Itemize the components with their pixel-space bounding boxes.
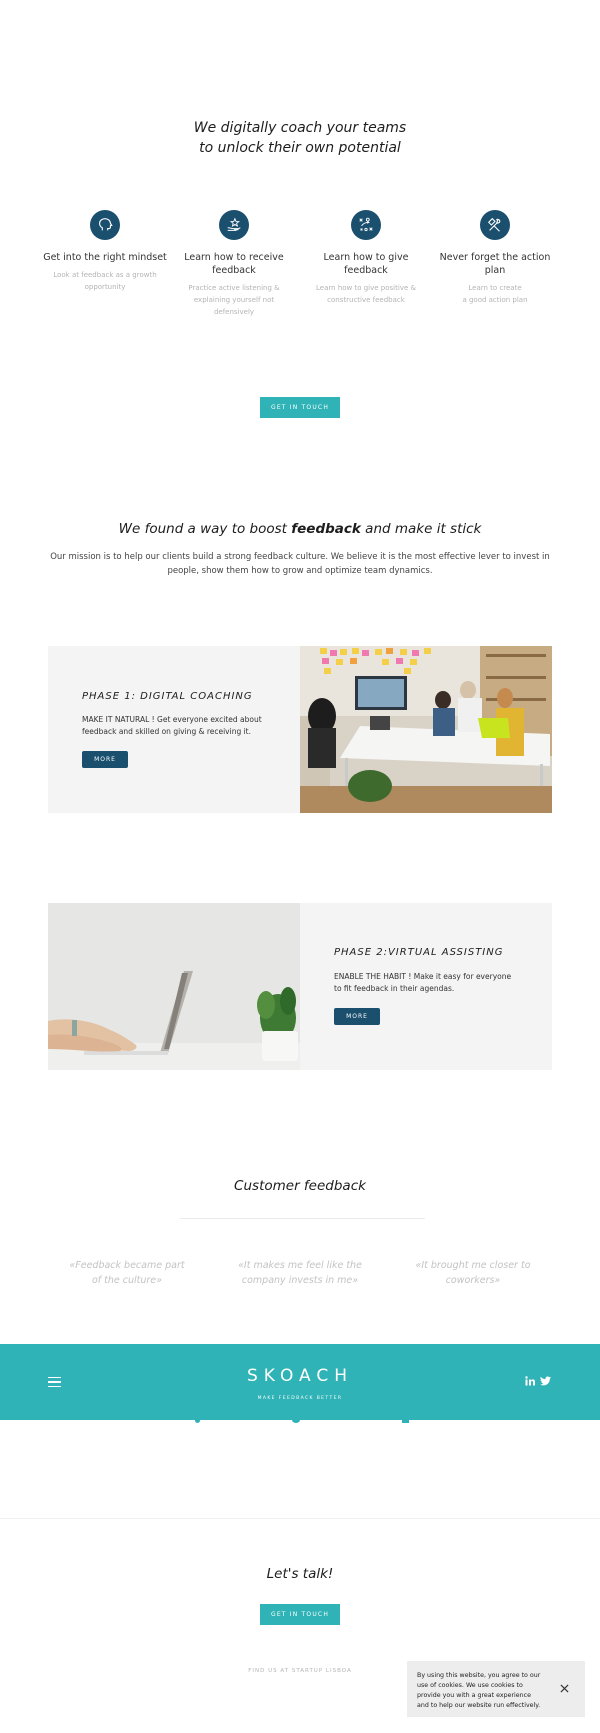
linkedin-icon[interactable] [525,1376,535,1386]
mission-title-post: and make it stick [360,521,482,537]
feature-title: Get into the right mindset [43,252,167,263]
testimonial-quote: «Feedback became part of the culture» [69,1260,185,1286]
feature-title: Never forget the action plan [439,252,551,276]
feature-desc: Learn to create a good action plan [462,284,528,304]
feature-desc: Look at feedback as a growth opportunity [53,271,157,291]
mission-title-bold: feedback [291,521,361,537]
mission-title-pre: We found a way to boost [118,521,292,537]
feature-action-plan: Never forget the action plan Learn to cr… [430,210,560,306]
get-in-touch-button[interactable]: GET IN TOUCH [260,1604,340,1625]
phase-1-more-button[interactable]: MORE [82,751,128,768]
feature-receive: Learn how to receive feedback Practice a… [169,210,299,318]
feature-title: Learn how to receive feedback [184,252,284,276]
laptop-typing-image [48,903,300,1070]
phase-1-title: PHASE 1: DIGITAL COACHING [82,691,253,702]
phase-2-title: PHASE 2:VIRTUAL ASSISTING [334,947,504,958]
cookie-text: By using this website, you agree to our … [417,1672,541,1709]
phase-2-more-button[interactable]: MORE [334,1008,380,1025]
brand-logo[interactable]: SKOACH [0,1366,600,1386]
hero-title: We digitally coach your teams to unlock … [193,120,407,156]
phase-1-text: MAKE IT NATURAL ! Get everyone excited a… [82,715,262,736]
get-in-touch-button[interactable]: GET IN TOUCH [260,397,340,418]
close-icon[interactable] [560,1684,569,1693]
feature-desc: Practice active listening & explaining y… [188,284,280,316]
divider [180,1218,425,1219]
brand-tagline: MAKE FEEDBACK BETTER [257,1396,343,1401]
customer-feedback-title: Customer feedback [234,1178,366,1194]
testimonial-quote: «It brought me closer to coworkers» [415,1260,531,1286]
phase-2-text: ENABLE THE HABIT ! Make it easy for ever… [334,972,512,993]
lets-talk-title: Let's talk! [266,1566,334,1582]
feature-title: Learn how to give feedback [323,252,409,276]
twitter-icon[interactable] [540,1376,551,1386]
feature-desc: Learn how to give positive & constructiv… [316,284,416,304]
head-icon [90,210,120,240]
strategy-icon [351,210,381,240]
hand-star-icon [219,210,249,240]
section-divider [0,1518,600,1519]
feature-give: Learn how to give feedback Learn how to … [301,210,431,306]
office-meeting-image [300,646,552,813]
mission-title: We found a way to boost feedback and mak… [0,521,600,537]
testimonial-quote: «It makes me feel like the company inves… [238,1260,362,1286]
feature-mindset: Get into the right mindset Look at feedb… [40,210,170,293]
tools-icon [480,210,510,240]
mission-text: Our mission is to help our clients build… [50,552,550,576]
